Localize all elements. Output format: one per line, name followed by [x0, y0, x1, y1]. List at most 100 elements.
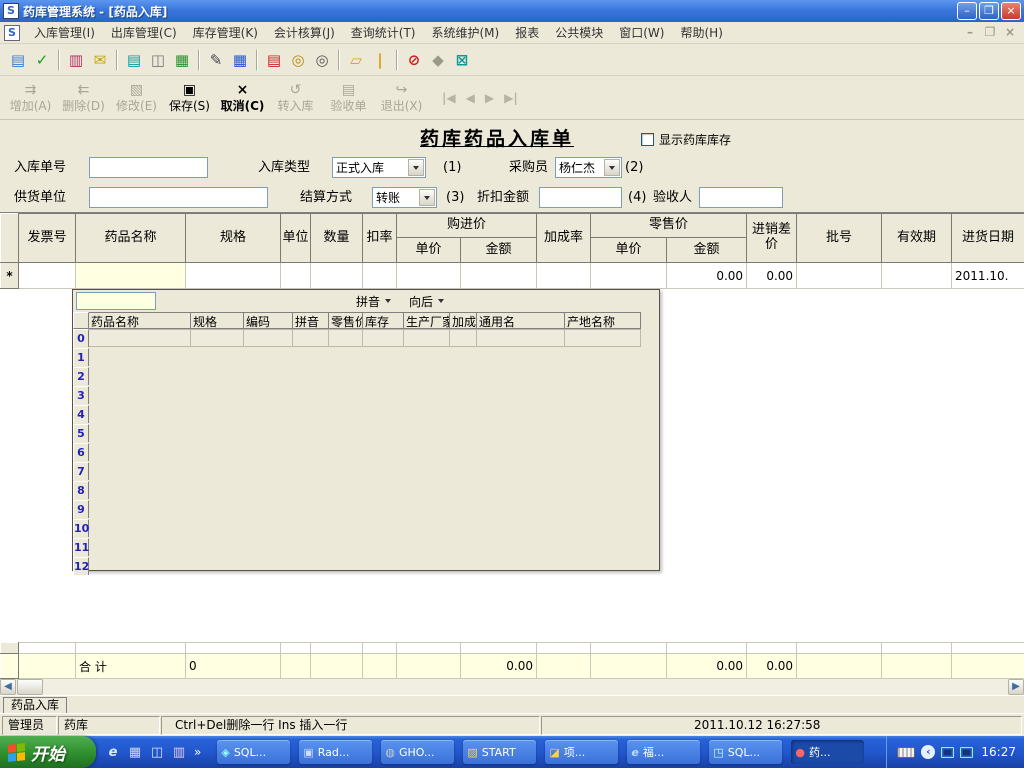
lookup-row-number[interactable]: 2 [73, 367, 89, 385]
verify-sheet-icon[interactable]: ✓ [30, 48, 54, 72]
nav-arrow-button[interactable]: |◀ [442, 91, 456, 105]
scroll-left-button[interactable]: ◀ [0, 679, 16, 695]
clipboard-cross-icon[interactable]: ▤ [262, 48, 286, 72]
lookup-search-input[interactable] [76, 292, 156, 310]
transfer-button[interactable]: ↺ 转入库 [269, 78, 322, 118]
menu-item[interactable]: 库存管理(K) [185, 21, 266, 44]
mdi-close-button[interactable]: × [1002, 25, 1018, 39]
calculator-icon[interactable]: ▦ [170, 48, 194, 72]
media-icon[interactable]: ▦ [126, 742, 144, 762]
thermometer-icon[interactable]: | [368, 48, 392, 72]
lookup-mode-select[interactable]: 拼音 [356, 293, 392, 310]
nav-arrow-button[interactable]: ◀ [466, 91, 475, 105]
taskbar-app-button[interactable]: e 福... [627, 740, 701, 764]
separator-icon[interactable] [198, 48, 200, 71]
menu-item[interactable]: 公共模块 [547, 21, 611, 44]
cell-purchase-unit-price[interactable] [396, 262, 461, 289]
clipboard-icon[interactable]: ▤ [122, 48, 146, 72]
cell-discount-rate[interactable] [362, 262, 397, 289]
lookup-row-number[interactable]: 8 [73, 481, 89, 499]
show-stock-checkbox[interactable]: 显示药库库存 [641, 131, 731, 148]
mdi-minimize-button[interactable]: – [962, 25, 978, 39]
archive-icon[interactable]: ▥ [170, 742, 188, 762]
table-edit-icon[interactable]: ◫ [146, 48, 170, 72]
menu-item[interactable]: 会计核算(J) [266, 21, 343, 44]
taskbar-app-button[interactable]: ▨ START [463, 740, 537, 764]
lookup-cell[interactable] [477, 329, 565, 347]
lookup-cell[interactable] [293, 329, 329, 347]
cell-retail-unit-price[interactable] [590, 262, 668, 289]
taskbar-app-button[interactable]: ● 药... [791, 740, 865, 764]
exit-button[interactable]: ↪ 退出(X) [375, 78, 428, 118]
ie-doc-icon[interactable]: ◫ [148, 742, 166, 762]
lookup-cell[interactable] [565, 329, 641, 347]
tab-drug-entry[interactable]: 药品入库 [3, 697, 68, 713]
separator-icon[interactable] [58, 48, 60, 71]
taskbar-app-button[interactable]: ◳ SQL... [709, 740, 783, 764]
add-button[interactable]: ⇉ 增加(A) [4, 78, 57, 118]
scrollbar-thumb[interactable] [17, 679, 43, 695]
cell-purchase-date[interactable]: 2011.10. [951, 262, 1024, 289]
entry-type-select[interactable]: 正式入库 [332, 157, 426, 178]
lookup-direction-select[interactable]: 向后 [409, 293, 445, 310]
search-money-icon[interactable]: ◎ [286, 48, 310, 72]
cell-expiry[interactable] [881, 262, 953, 289]
entry-sheet-icon[interactable]: ▤ [6, 48, 30, 72]
cell-batch[interactable] [796, 262, 883, 289]
clipboard-out-icon[interactable]: ▥ [64, 48, 88, 72]
lookup-cell[interactable] [363, 329, 404, 347]
close-button[interactable]: × [1001, 2, 1021, 20]
lookup-row-number[interactable]: 1 [73, 348, 89, 366]
receipt-button[interactable]: ▤ 验收单 [322, 78, 375, 118]
network-icon[interactable] [941, 746, 955, 758]
lookup-cell[interactable] [450, 329, 477, 347]
lookup-cell[interactable] [404, 329, 450, 347]
taskbar-app-button[interactable]: ◪ 项... [545, 740, 619, 764]
buyer-select[interactable]: 杨仁杰 [555, 157, 622, 178]
taskbar-app-button[interactable]: ◍ GHO... [381, 740, 455, 764]
menu-item[interactable]: 帮助(H) [672, 21, 730, 44]
nav-arrow-button[interactable]: ▶ [485, 91, 494, 105]
chevron-down-icon[interactable] [408, 159, 424, 176]
save-button[interactable]: ▣ 保存(S) [163, 78, 216, 118]
stamp-icon[interactable]: ◆ [426, 48, 450, 72]
menu-item[interactable]: 报表 [507, 21, 547, 44]
write-note-icon[interactable]: ✎ [204, 48, 228, 72]
lookup-row-number[interactable]: 6 [73, 443, 89, 461]
cancel-button[interactable]: × 取消(C) [216, 78, 269, 118]
separator-icon[interactable] [256, 48, 258, 71]
lookup-cell[interactable] [329, 329, 363, 347]
separator-icon[interactable] [396, 48, 398, 71]
chevron-down-icon[interactable] [604, 159, 620, 176]
mdi-restore-button[interactable]: ❐ [982, 25, 998, 39]
discount-field[interactable] [539, 187, 622, 208]
lookup-row-number[interactable]: 5 [73, 424, 89, 442]
cell-qty[interactable] [310, 262, 363, 289]
cell-price-diff[interactable]: 0.00 [746, 262, 798, 289]
network-icon-2[interactable] [960, 746, 974, 758]
lookup-row-number[interactable]: 4 [73, 405, 89, 423]
supplier-field[interactable] [89, 187, 268, 208]
inspector-field[interactable] [699, 187, 783, 208]
lookup-cell[interactable] [244, 329, 293, 347]
folder-open-icon[interactable]: ▱ [344, 48, 368, 72]
taskbar-app-button[interactable]: ▣ Rad... [299, 740, 373, 764]
chevron-down-icon[interactable] [419, 189, 435, 206]
order-no-field[interactable] [89, 157, 208, 178]
delete-button[interactable]: ⇇ 删除(D) [57, 78, 110, 118]
horizontal-scrollbar[interactable]: ◀ ▶ [0, 679, 1024, 695]
menu-item[interactable]: 入库管理(I) [26, 21, 103, 44]
table-grid-icon[interactable]: ▦ [228, 48, 252, 72]
cell-spec[interactable] [185, 262, 281, 289]
forbidden-icon[interactable]: ⊘ [402, 48, 426, 72]
lookup-cell[interactable] [89, 329, 191, 347]
cell-purchase-amount[interactable] [459, 262, 538, 289]
quick-launch-more-chevron[interactable]: » [194, 745, 201, 759]
lookup-row-number[interactable]: 11 [73, 538, 89, 556]
lookup-row-number[interactable]: 12 [73, 557, 89, 575]
minimize-button[interactable]: – [957, 2, 977, 20]
cell-retail-amount[interactable]: 0.00 [666, 262, 748, 289]
cell-markup-rate[interactable] [536, 262, 592, 289]
separator-icon[interactable] [116, 48, 118, 71]
ie-icon[interactable]: e [104, 742, 122, 762]
